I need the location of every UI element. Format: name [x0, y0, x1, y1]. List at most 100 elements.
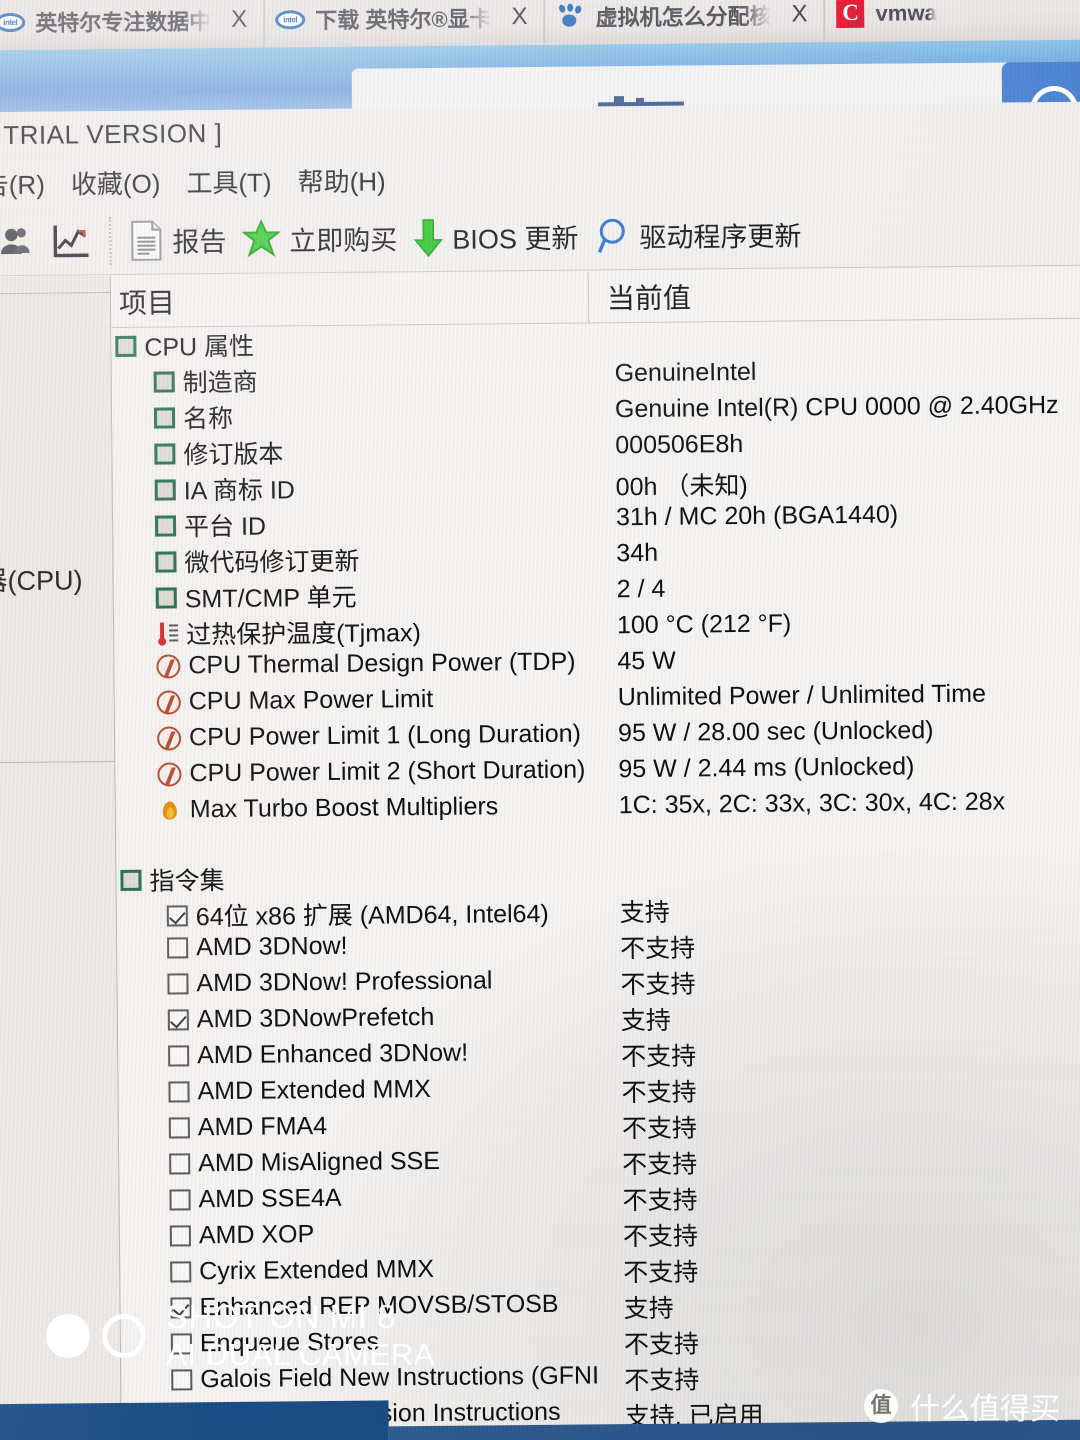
menu-item-help[interactable]: 帮助(H)	[297, 161, 385, 199]
row-value: 不支持	[624, 1366, 700, 1396]
row-label: CPU Power Limit 1 (Long Duration)	[188, 719, 582, 752]
close-icon[interactable]: X	[511, 3, 527, 31]
checkbox-empty-icon[interactable]	[170, 1261, 192, 1283]
close-icon[interactable]: X	[231, 6, 247, 34]
sidebar-item-cpu[interactable]: 器(CPU)	[0, 558, 83, 598]
row-label: 名称	[182, 404, 234, 434]
bolt-icon	[156, 689, 181, 715]
baidu-icon	[555, 1, 585, 31]
row-value: 45 W	[617, 646, 676, 676]
checkbox-checked-icon[interactable]	[166, 904, 188, 927]
checkbox-empty-icon[interactable]	[168, 1045, 190, 1067]
row-label: AMD MisAligned SSE	[198, 1146, 441, 1178]
column-header-item[interactable]: 项目	[111, 271, 588, 327]
watermark-line-1: SHOT ON MI 8	[166, 1298, 397, 1336]
background-window-secondary	[1001, 61, 1080, 113]
row-label: CPU Thermal Design Power (TDP)	[188, 647, 576, 680]
toolbar-bios-update-button[interactable]: BIOS 更新	[405, 206, 587, 268]
tab-title: vmwa	[875, 0, 937, 26]
row-value: 不支持	[621, 1042, 697, 1072]
browser-tab[interactable]: intel 英特尔专注数据中 X	[0, 0, 264, 49]
checkbox-empty-icon[interactable]	[167, 973, 189, 995]
row-value: 95 W / 28.00 sec (Unlocked)	[617, 716, 934, 748]
row-label: IA 商标 ID	[183, 476, 296, 506]
row-label: 制造商	[182, 368, 258, 398]
row-label: Max Turbo Boost Multipliers	[189, 792, 499, 824]
row-value: 000506E8h	[615, 429, 744, 460]
browser-tab[interactable]: 虚拟机怎么分配核 X	[543, 0, 824, 44]
properties-rows: CPU 属性 制造商 GenuineIntel 名称 Genuine Intel…	[111, 319, 1080, 1440]
browser-tab[interactable]: C vmwa	[823, 0, 942, 42]
row-label: CPU Power Limit 2 (Short Duration)	[189, 755, 586, 788]
row-value: 不支持	[621, 1078, 697, 1108]
report-icon	[131, 220, 162, 261]
row-value: 不支持	[621, 1114, 698, 1144]
row-label: AMD Enhanced 3DNow!	[197, 1038, 469, 1070]
group-title: 指令集	[149, 866, 225, 896]
row-value: 支持	[623, 1294, 674, 1324]
row-value: 不支持	[623, 1330, 700, 1360]
row-value: 00h （未知)	[615, 471, 748, 502]
row-value: 不支持	[623, 1258, 699, 1288]
row-label: AMD Extended MMX	[197, 1075, 432, 1106]
toolbar-user-button[interactable]	[0, 211, 44, 272]
properties-pane: 项目 当前值 CPU 属性 制造商 GenuineIntel 名称 Genuin…	[109, 266, 1080, 1440]
checkbox-empty-icon[interactable]	[168, 1117, 190, 1139]
chip-icon	[153, 370, 175, 393]
camera-watermark: SHOT ON MI 8 AI DUAL CAMERA	[46, 1298, 435, 1374]
checkbox-checked-icon[interactable]	[167, 1009, 189, 1031]
bolt-icon	[156, 725, 182, 751]
row-value: 2 / 4	[616, 574, 666, 604]
toolbar-chart-button[interactable]	[43, 211, 100, 272]
chip-icon	[115, 335, 137, 357]
checkbox-empty-icon[interactable]	[168, 1081, 190, 1103]
sidebar: 器(CPU)	[0, 276, 122, 1440]
row-label: Cyrix Extended MMX	[199, 1254, 435, 1286]
row-label: AMD SSE4A	[198, 1183, 342, 1214]
column-header-value[interactable]: 当前值	[587, 270, 692, 323]
row-label: 修订版本	[183, 440, 284, 470]
row-value: 不支持	[622, 1150, 698, 1180]
menu-item-tools[interactable]: 工具(T)	[186, 162, 272, 200]
menu-item-report[interactable]: 告(R)	[0, 164, 45, 202]
toolbar-report-button[interactable]: 报告	[121, 209, 235, 270]
trial-version-label: [ TRIAL VERSION ]	[0, 117, 223, 151]
windows-taskbar[interactable]	[0, 1400, 390, 1440]
row-value: 1C: 35x, 2C: 33x, 3C: 30x, 4C: 28x	[618, 787, 1006, 820]
checkbox-empty-icon[interactable]	[167, 937, 189, 959]
row-label: AMD FMA4	[197, 1112, 328, 1142]
site-watermark: 值 什么值得买	[864, 1384, 1060, 1428]
row-label: 平台 ID	[183, 512, 267, 542]
brand-mark-icon: 值	[864, 1389, 898, 1423]
row-value: 不支持	[620, 934, 696, 964]
intel-icon: intel	[0, 7, 26, 37]
toolbar: 报告 立即购买 BIOS 更新 驱动程序更新	[0, 197, 1080, 277]
chip-icon	[154, 442, 176, 465]
bolt-icon	[157, 761, 182, 787]
brand-name: 什么值得买	[910, 1393, 1060, 1426]
checkbox-empty-icon[interactable]	[169, 1225, 191, 1247]
desktop-background	[0, 39, 1080, 113]
toolbar-driver-update-label: 驱动程序更新	[639, 221, 802, 253]
intel-icon: intel	[275, 4, 306, 34]
menu-item-favorites[interactable]: 收藏(O)	[71, 163, 161, 201]
chip-icon	[155, 586, 177, 609]
close-icon[interactable]: X	[791, 0, 807, 28]
column-header-row: 项目 当前值	[110, 266, 1080, 329]
toolbar-buy-now-button[interactable]: 立即购买	[234, 208, 406, 270]
sidebar-tree-panel[interactable]	[0, 291, 122, 764]
checkbox-empty-icon[interactable]	[169, 1189, 191, 1211]
row-label: CPU Max Power Limit	[188, 684, 434, 716]
row-label: AMD XOP	[198, 1220, 315, 1250]
row-value: 100 °C (212 °F)	[616, 609, 792, 640]
row-value: 不支持	[622, 1186, 698, 1216]
group-title: CPU 属性	[144, 332, 255, 362]
tab-title: 英特尔专注数据中	[35, 9, 212, 36]
row-value: 31h / MC 20h (BGA1440)	[615, 500, 899, 532]
checkbox-empty-icon[interactable]	[169, 1153, 191, 1175]
browser-tab[interactable]: intel 下载 英特尔®显卡 X	[262, 0, 544, 47]
row-value: 不支持	[622, 1222, 699, 1252]
tab-title: 下载 英特尔®显卡	[315, 6, 492, 34]
hwinfo-window: [ TRIAL VERSION ] 告(R) 收藏(O) 工具(T) 帮助(H)	[0, 101, 1080, 1440]
toolbar-driver-update-button[interactable]: 驱动程序更新	[586, 204, 810, 266]
